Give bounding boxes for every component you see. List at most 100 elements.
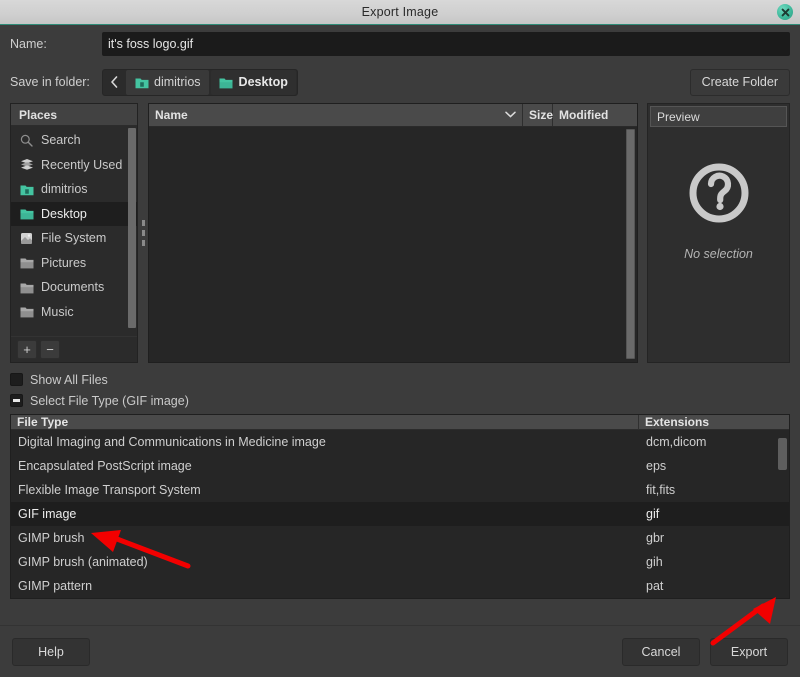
file-list-body[interactable] (149, 127, 637, 362)
home-folder-icon (19, 182, 34, 197)
folder-icon (19, 280, 34, 295)
file-type-extensions: fit,fits (639, 483, 789, 497)
file-type-extensions: gif (639, 507, 789, 521)
places-list: Search Recently Used (11, 126, 137, 336)
preview-pane: Preview No selection (647, 103, 790, 363)
sidebar-item-recently-used[interactable]: Recently Used (11, 153, 137, 178)
file-chooser-panes: Places Search Recently Used (10, 103, 790, 363)
sidebar-item-search[interactable]: Search (11, 128, 137, 153)
close-icon[interactable] (777, 4, 793, 20)
breadcrumb-label: Desktop (239, 75, 288, 89)
file-type-extensions: eps (639, 459, 789, 473)
home-folder-icon (134, 75, 149, 90)
cancel-button[interactable]: Cancel (622, 638, 700, 666)
sidebar-item-label: Pictures (41, 256, 86, 270)
table-row-selected-gif-image[interactable]: GIF image gif (11, 502, 789, 526)
sidebar-item-desktop[interactable]: Desktop (11, 202, 137, 227)
breadcrumb-item-dimitrios[interactable]: dimitrios (126, 70, 209, 95)
filename-input[interactable] (102, 32, 790, 56)
options-area: Show All Files Select File Type (GIF ima… (0, 363, 800, 411)
sidebar-item-documents[interactable]: Documents (11, 275, 137, 300)
places-footer: + − (11, 336, 137, 362)
primary-actions: Cancel Export (622, 638, 788, 666)
add-place-button[interactable]: + (17, 340, 37, 359)
filename-label: Name: (10, 37, 102, 51)
table-row[interactable]: Encapsulated PostScript image eps (11, 454, 789, 478)
folder-icon (219, 75, 234, 90)
file-type-extensions: dcm,dicom (639, 435, 789, 449)
sidebar-item-label: dimitrios (41, 182, 88, 196)
sidebar-item-label: Desktop (41, 207, 87, 221)
table-row[interactable]: Digital Imaging and Communications in Me… (11, 430, 789, 454)
preview-empty-text: No selection (684, 247, 753, 261)
breadcrumb-item-desktop[interactable]: Desktop (211, 70, 296, 95)
pane-splitter-handle[interactable] (138, 103, 148, 363)
save-folder-label: Save in folder: (10, 75, 102, 89)
remove-place-button[interactable]: − (40, 340, 60, 359)
search-icon (19, 133, 34, 148)
sidebar-item-label: File System (41, 231, 106, 245)
question-mark-icon (687, 161, 751, 225)
sidebar-item-dimitrios[interactable]: dimitrios (11, 177, 137, 202)
table-row[interactable]: GIMP pattern pat (11, 574, 789, 598)
file-type-scrollbar[interactable] (778, 438, 787, 470)
column-header-extensions[interactable]: Extensions (639, 415, 789, 430)
folder-icon (19, 304, 34, 319)
recent-icon (19, 157, 34, 172)
sidebar-item-music[interactable]: Music (11, 300, 137, 325)
file-type-name: GIF image (11, 507, 639, 521)
file-list-header: Name Size Modified (149, 104, 637, 127)
select-file-type-label: Select File Type (GIF image) (30, 394, 189, 408)
file-type-extensions: gih (639, 555, 789, 569)
dialog-action-bar: Help Cancel Export (0, 625, 800, 677)
checkbox-icon[interactable] (10, 373, 23, 386)
sidebar-item-label: Recently Used (41, 158, 122, 172)
save-folder-row: Save in folder: dimitrios (10, 63, 790, 101)
file-type-extensions: gbr (639, 531, 789, 545)
column-header-file-type[interactable]: File Type (11, 415, 639, 430)
window-titlebar: Export Image (0, 0, 800, 25)
sidebar-item-file-system[interactable]: File System (11, 226, 137, 251)
column-header-modified[interactable]: Modified (553, 104, 637, 126)
breadcrumb-label: dimitrios (154, 75, 201, 89)
select-file-type-row[interactable]: Select File Type (GIF image) (10, 390, 790, 411)
show-all-files-row[interactable]: Show All Files (10, 369, 790, 390)
chevron-down-icon (505, 110, 516, 120)
file-type-name: Digital Imaging and Communications in Me… (11, 435, 639, 449)
chevron-left-icon[interactable] (103, 70, 125, 95)
file-type-name: GIMP brush (animated) (11, 555, 639, 569)
table-row[interactable]: GIMP brush (animated) gih (11, 550, 789, 574)
create-folder-button[interactable]: Create Folder (690, 69, 790, 96)
file-type-table: File Type Extensions Digital Imaging and… (10, 414, 790, 599)
export-form-area: Name: Save in folder: dimitrios (0, 25, 800, 101)
window-title: Export Image (362, 5, 439, 19)
grip-dots-icon (142, 220, 145, 246)
preview-header: Preview (650, 106, 787, 127)
column-label: Name (155, 108, 188, 122)
preview-body: No selection (648, 129, 789, 362)
column-header-size[interactable]: Size (523, 104, 553, 126)
folder-icon (19, 206, 34, 221)
expander-minus-icon[interactable] (10, 394, 23, 407)
table-row[interactable]: Flexible Image Transport System fit,fits (11, 478, 789, 502)
sidebar-item-label: Music (41, 305, 74, 319)
file-type-name: Flexible Image Transport System (11, 483, 639, 497)
filename-row: Name: (10, 25, 790, 63)
breadcrumb: dimitrios Desktop (102, 69, 298, 96)
file-type-name: GIMP pattern (11, 579, 639, 593)
file-list-pane: Name Size Modified (148, 103, 638, 363)
help-button[interactable]: Help (12, 638, 90, 666)
sidebar-item-label: Search (41, 133, 81, 147)
file-list-scrollbar[interactable] (626, 129, 635, 359)
places-sidebar: Places Search Recently Used (10, 103, 138, 363)
export-button[interactable]: Export (710, 638, 788, 666)
places-header: Places (11, 104, 137, 126)
column-header-name[interactable]: Name (149, 104, 523, 126)
table-row[interactable]: GIMP brush gbr (11, 526, 789, 550)
sidebar-item-pictures[interactable]: Pictures (11, 251, 137, 276)
file-type-table-header: File Type Extensions (11, 415, 789, 430)
folder-icon (19, 255, 34, 270)
places-scrollbar[interactable] (128, 128, 136, 328)
sidebar-item-label: Documents (41, 280, 104, 294)
file-type-extensions: pat (639, 579, 789, 593)
